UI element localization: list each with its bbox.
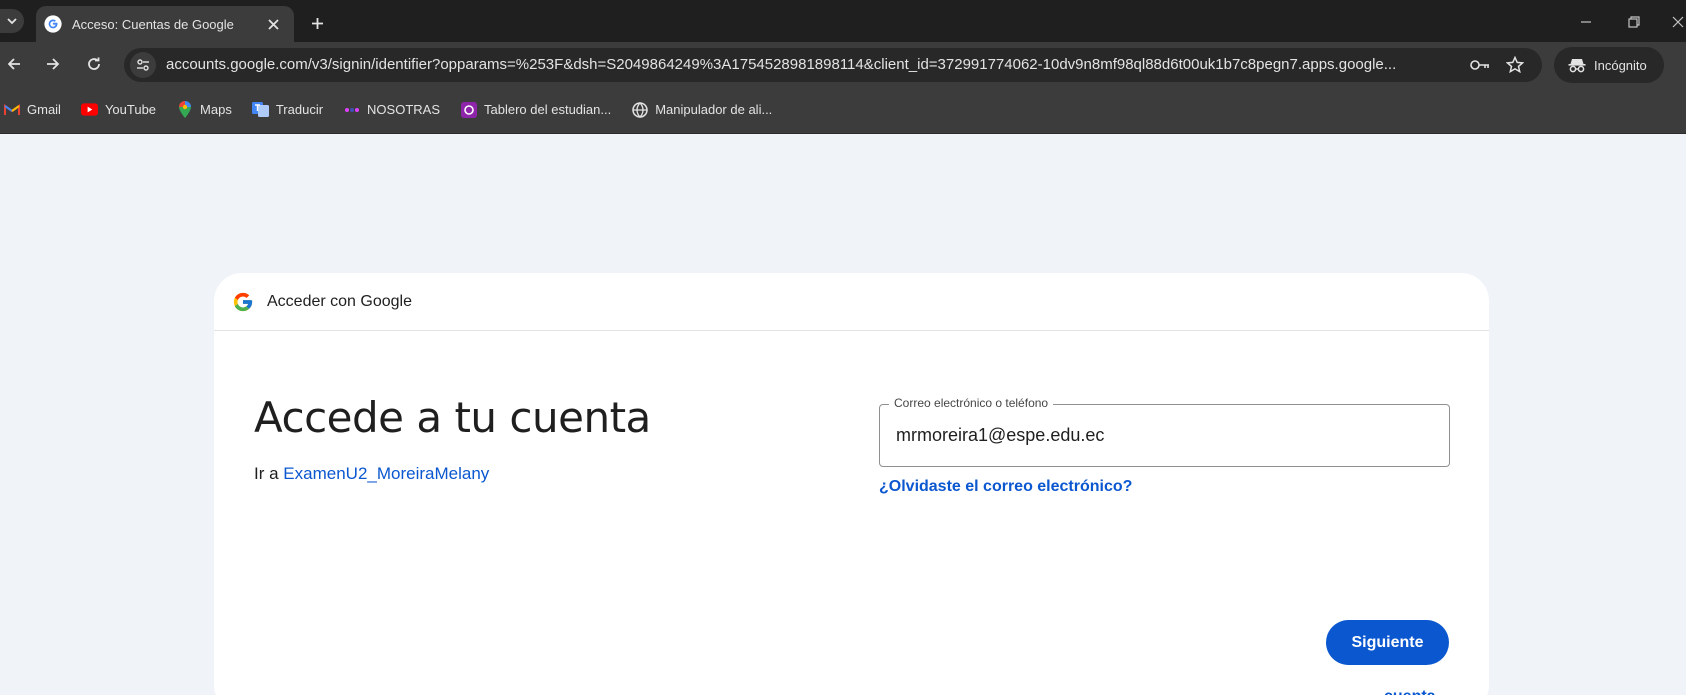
bookmark-youtube[interactable]: YouTube <box>80 96 157 124</box>
key-icon <box>1470 60 1489 70</box>
tab-strip: Acceso: Cuentas de Google <box>0 0 1686 42</box>
email-field[interactable]: Correo electrónico o teléfono <box>879 396 1450 467</box>
bookmark-label: Traducir <box>275 102 324 117</box>
bookmark-gmail[interactable]: Gmail <box>3 96 61 124</box>
forward-button[interactable] <box>41 52 65 76</box>
tab-search-button[interactable] <box>0 9 24 33</box>
bookmark-label: Tablero del estudian... <box>484 102 612 117</box>
close-icon <box>1672 16 1684 28</box>
goto-app-text: Ir a ExamenU2_MoreiraMelany <box>254 464 489 484</box>
star-icon <box>1506 56 1524 74</box>
restore-icon <box>1628 16 1640 28</box>
active-tab[interactable]: Acceso: Cuentas de Google <box>36 6 294 42</box>
youtube-icon <box>80 101 98 118</box>
incognito-icon <box>1568 59 1586 73</box>
minimize-button[interactable] <box>1574 10 1598 34</box>
restore-button[interactable] <box>1622 10 1646 34</box>
back-button[interactable] <box>2 52 26 76</box>
window-close-button[interactable] <box>1672 10 1686 34</box>
tab-title: Acceso: Cuentas de Google <box>72 16 234 32</box>
bookmarks-bar: Gmail YouTube Maps Traducir NOSOTRAS Tab… <box>0 86 1686 134</box>
reload-icon <box>88 57 100 70</box>
reload-button[interactable] <box>82 52 106 76</box>
goto-prefix: Ir a <box>254 464 279 483</box>
nosotras-icon <box>343 101 360 118</box>
bookmark-label: Gmail <box>27 102 61 117</box>
bookmark-tablero[interactable]: Tablero del estudian... <box>460 96 611 124</box>
email-input[interactable] <box>896 405 1426 466</box>
bookmark-label: NOSOTRAS <box>367 102 441 117</box>
arrow-right-icon <box>47 58 60 70</box>
bookmark-label: YouTube <box>104 102 157 117</box>
maps-icon <box>176 101 193 118</box>
next-button[interactable]: Siguiente <box>1326 620 1449 665</box>
signin-card: Acceder con Google Accede a tu cuenta Ir… <box>214 273 1489 695</box>
translate-icon <box>251 101 269 118</box>
close-icon <box>267 18 279 30</box>
plus-icon <box>311 17 323 29</box>
page-title: Accede a tu cuenta <box>254 393 651 442</box>
tab-close-button[interactable] <box>262 13 284 35</box>
browser-toolbar: accounts.google.com/v3/signin/identifier… <box>0 42 1686 86</box>
bookmark-nosotras[interactable]: NOSOTRAS <box>343 96 440 124</box>
address-bar[interactable]: accounts.google.com/v3/signin/identifier… <box>124 48 1542 82</box>
site-info-button[interactable] <box>130 52 156 78</box>
app-name-link[interactable]: ExamenU2_MoreiraMelany <box>283 464 489 483</box>
url-text[interactable]: accounts.google.com/v3/signin/identifier… <box>166 48 1466 82</box>
bookmark-manipulador[interactable]: Manipulador de ali... <box>631 96 772 124</box>
bookmark-star-button[interactable] <box>1503 53 1527 77</box>
gmail-icon <box>3 101 20 118</box>
minimize-icon <box>1581 21 1591 23</box>
bookmark-label: Maps <box>200 102 232 117</box>
globe-icon <box>631 101 648 118</box>
new-tab-button[interactable] <box>304 10 330 36</box>
incognito-label: Incógnito <box>1594 57 1647 73</box>
google-g-icon <box>233 292 253 311</box>
password-key-button[interactable] <box>1468 53 1492 77</box>
google-g-icon <box>44 15 62 33</box>
dashboard-icon <box>460 101 477 118</box>
bookmark-label: Manipulador de ali... <box>655 102 773 117</box>
chevron-down-icon <box>7 18 17 25</box>
tune-icon <box>137 59 149 71</box>
forgot-email-link[interactable]: ¿Olvidaste el correo electrónico? <box>879 478 1132 496</box>
incognito-indicator[interactable]: Incógnito <box>1554 47 1664 83</box>
arrow-left-icon <box>7 58 20 70</box>
card-header-label: Acceder con Google <box>267 292 412 310</box>
card-header: Acceder con Google <box>214 273 1489 331</box>
bookmark-maps[interactable]: Maps <box>176 96 232 124</box>
bookmark-traducir[interactable]: Traducir <box>251 96 324 124</box>
